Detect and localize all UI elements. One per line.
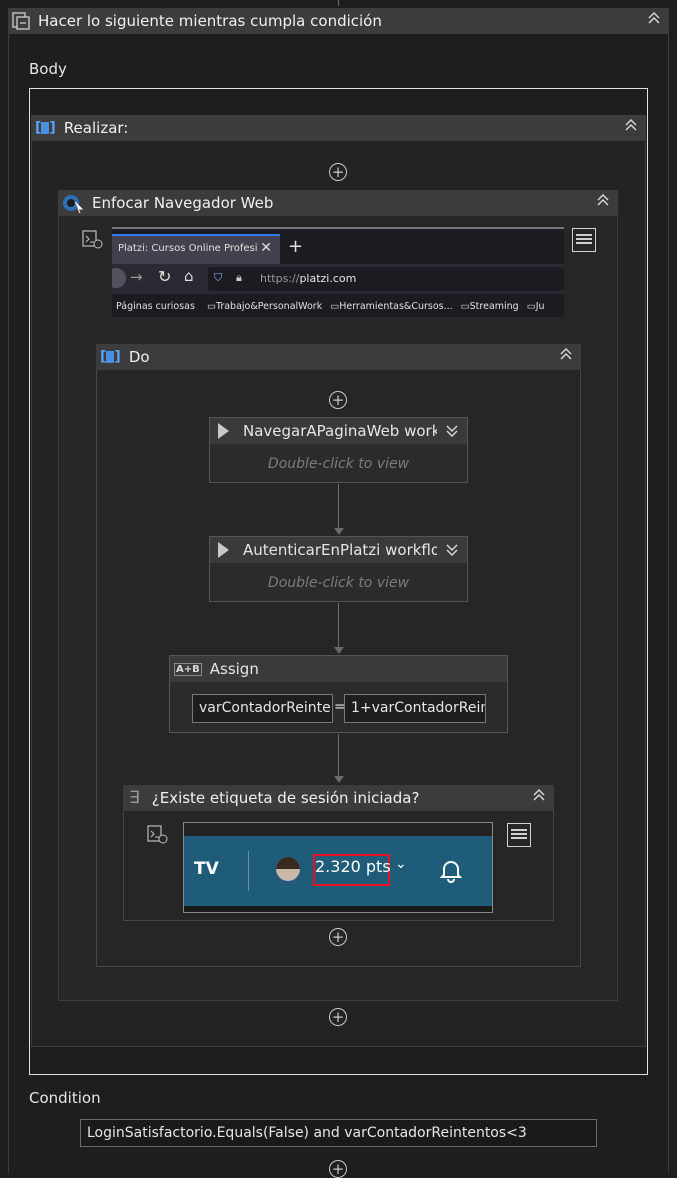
condition-input[interactable]: LoginSatisfactorio.Equals(False) and var… [80, 1119, 597, 1147]
condition-label: Condition [29, 1089, 101, 1107]
bookmark-1: Trabajo&PersonalWork [215, 301, 323, 312]
element-exists-icon: ∃ [129, 788, 140, 808]
sequence-icon: [] [35, 120, 56, 136]
add-activity-button[interactable]: + [329, 1160, 347, 1178]
check-title: ¿Existe etiqueta de sesión iniciada? [151, 789, 420, 807]
collapse-enfocar-button[interactable] [594, 193, 612, 211]
add-activity-button[interactable]: + [329, 163, 347, 181]
home-icon: ⌂ [184, 267, 194, 285]
expand-workflow-button[interactable] [437, 537, 467, 563]
do-header[interactable]: [] Do [96, 344, 581, 370]
connector [338, 484, 339, 530]
back-icon [112, 268, 126, 288]
double-chevron-down-icon [446, 544, 458, 556]
workflow-hint: Double-click to view [267, 456, 410, 472]
bookmark-3: Streaming [469, 301, 519, 312]
screenshot-left-text: TV [194, 859, 219, 879]
reload-icon: ↻ [158, 267, 172, 286]
connector-arrow [334, 647, 344, 654]
forward-icon: → [130, 268, 143, 286]
double-chevron-up-icon [533, 789, 545, 801]
lock-icon: 🔒︎ [236, 271, 242, 284]
double-chevron-up-icon [648, 12, 660, 24]
points-text: 2.320 pts [315, 857, 391, 876]
collapse-realizar-button[interactable] [622, 118, 640, 136]
do-title: Do [128, 348, 150, 366]
browser-focus-icon [62, 193, 84, 214]
double-chevron-up-icon [625, 119, 637, 131]
body-label: Body [29, 60, 67, 78]
add-activity-button[interactable]: + [329, 928, 347, 946]
workflow-navegar[interactable]: NavegarAPaginaWeb workflow Double-click … [209, 417, 468, 483]
top-connector [338, 0, 339, 6]
check-options-menu[interactable] [507, 823, 531, 847]
loop-icon [12, 12, 30, 30]
element-screenshot: TV 2.320 pts ⌄ [183, 822, 493, 913]
workflow-name: AutenticarEnPlatzi workflow [243, 541, 453, 559]
assign-icon: A+B [174, 662, 202, 676]
workflow-hint: Double-click to view [267, 575, 410, 591]
loop-border-right [668, 34, 669, 1173]
check-header[interactable]: ∃ ¿Existe etiqueta de sesión iniciada? [123, 785, 554, 811]
add-activity-button[interactable]: + [329, 391, 347, 409]
workflow-autenticar[interactable]: AutenticarEnPlatzi workflow Double-click… [209, 536, 468, 602]
bookmark-0: Páginas curiosas [116, 301, 195, 312]
connector [338, 734, 339, 778]
double-chevron-down-icon [446, 425, 458, 437]
loop-header[interactable]: Hacer lo siguiente mientras cumpla condi… [8, 8, 669, 34]
shield-icon: ⛉ [214, 271, 223, 284]
add-activity-button[interactable]: + [329, 1008, 347, 1026]
bookmark-2: Herramientas&Cursos... [339, 301, 453, 312]
connector-arrow [334, 776, 344, 783]
bookmarks-bar: Páginas curiosas ▭ Trabajo&PersonalWork … [116, 301, 545, 312]
realizar-title: Realizar: [63, 119, 129, 137]
new-tab-icon: + [288, 236, 304, 257]
selector-icon[interactable] [82, 230, 104, 250]
enfocar-title: Enfocar Navegador Web [92, 194, 274, 212]
assign-to-field[interactable]: varContadorReintentos [192, 694, 333, 723]
expand-workflow-button[interactable] [437, 418, 467, 444]
loop-title: Hacer lo siguiente mientras cumpla condi… [38, 12, 382, 30]
collapse-do-button[interactable] [557, 347, 575, 365]
browser-tab-title: Platzi: Cursos Online Profesi [118, 243, 258, 254]
workflow-name: NavegarAPaginaWeb workflow [243, 422, 467, 440]
assign-value-field[interactable]: 1+varContadorReintentos [344, 694, 486, 723]
double-chevron-up-icon [597, 194, 609, 206]
browser-screenshot: Platzi: Cursos Online Profesi ✕ + → ↻ ⌂ … [112, 227, 564, 317]
sequence-icon: [] [100, 349, 121, 365]
enfocar-header[interactable]: Enfocar Navegador Web [58, 190, 618, 216]
double-chevron-up-icon [560, 348, 572, 360]
collapse-loop-button[interactable] [645, 11, 663, 29]
play-icon [218, 542, 229, 558]
browser-options-menu[interactable] [572, 228, 596, 252]
selector-icon[interactable] [147, 825, 169, 845]
realizar-header[interactable]: [] Realizar: [31, 115, 646, 141]
play-icon [218, 423, 229, 439]
close-tab-icon: ✕ [260, 240, 272, 256]
assign-title: Assign [209, 660, 259, 678]
avatar [276, 857, 300, 881]
url-bar: https://platzi.com [260, 272, 357, 285]
browser-tab: Platzi: Cursos Online Profesi ✕ [112, 234, 280, 264]
bookmark-4: Ju [535, 301, 545, 312]
collapse-check-button[interactable] [530, 788, 548, 806]
bell-icon [440, 861, 462, 883]
connector [338, 603, 339, 649]
loop-border-left [8, 34, 9, 1173]
assign-equals: = [334, 699, 346, 715]
chevron-down-icon: ⌄ [395, 856, 407, 872]
connector-arrow [334, 528, 344, 535]
